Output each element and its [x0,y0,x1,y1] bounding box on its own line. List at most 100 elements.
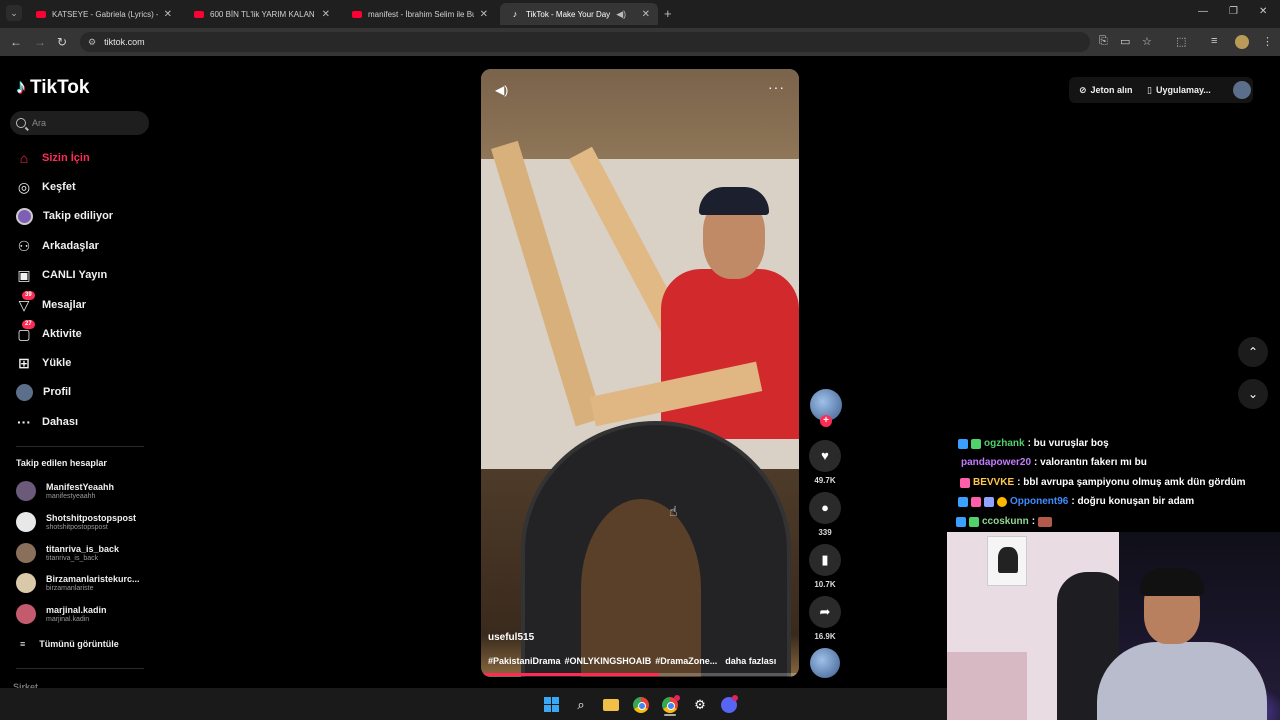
url-field[interactable]: ⚙ tiktok.com [80,32,1090,52]
search-input[interactable]: Ara [10,111,149,135]
video-player[interactable]: ◀) ··· useful515 #PakistaniDrama #ONLYKI… [481,69,799,677]
settings-gear-icon[interactable]: ⚙ [691,696,709,714]
close-window-icon[interactable]: ✕ [1259,6,1267,17]
youtube-icon [194,10,204,18]
more-options-icon[interactable]: ··· [768,79,785,95]
video-author[interactable]: useful515 [488,632,534,643]
nav-more[interactable]: ··· Dahası [16,412,78,432]
more-icon: ··· [17,414,31,430]
translate-icon[interactable]: ⎘ [1099,35,1108,48]
like-count: 49.7K [814,476,836,485]
account-avatar [16,481,36,501]
followed-account[interactable]: marjinal.kadin marjinal.kadin [16,601,107,627]
previous-video-button[interactable]: ⌃ [1238,337,1268,367]
browser-tab[interactable]: KATSEYE - Gabriela (Lyrics) - Yo ✕ [26,3,180,25]
close-tab-icon[interactable]: ✕ [642,9,650,20]
chat-badge-icon [969,516,979,527]
sound-icon[interactable]: ◀) [495,83,508,97]
account-avatar [16,512,36,532]
tiktok-logo[interactable]: ♪ TikTok [16,76,89,99]
extensions-icon[interactable]: ⬚ [1176,35,1186,48]
bookmark-icon: ▮ [809,544,841,576]
followed-account[interactable]: ManifestYeaahh manifestyeaahh [16,478,114,504]
chat-message: Opponent96 : doğru konuşan bir adam [958,496,1194,507]
webcam-frame [947,652,1027,720]
back-icon[interactable]: ← [10,35,22,49]
sound-disc-avatar[interactable] [810,648,840,678]
followed-account[interactable]: Birzamanlaristekurc... birzamanlariste [16,570,140,596]
tab-search-button[interactable]: ⌄ [6,5,22,21]
video-progress-bar[interactable] [481,673,799,676]
chat-message: ogzhank : bu vuruşlar boş [958,438,1109,449]
followed-account[interactable]: Shotshitpostopspost shotshitpostopspost [16,509,136,535]
browser-tab-active[interactable]: ♪ TikTok - Make Your Day ◀) ✕ [500,3,658,25]
active-app-indicator [664,714,676,716]
get-app-button[interactable]: ▯ Uygulamay... [1147,79,1211,101]
webcam-frame [987,536,1027,586]
file-explorer-icon[interactable] [603,699,619,711]
heart-icon: ♥ [809,440,841,472]
media-controls-icon[interactable]: ≡ [1211,35,1217,47]
tiktok-icon: ♪ [512,9,518,19]
minimize-icon[interactable]: — [1198,6,1208,17]
nav-profile[interactable]: Profil [16,382,71,402]
tab-audio-icon[interactable]: ◀) [616,9,626,20]
hashtag[interactable]: #ONLYKINGSHOAIB [565,656,652,666]
browser-tab[interactable]: 600 BİN TL'lik YARIM KALAN İŞİ ✕ [184,3,338,25]
chat-message: BEVVKE : bbl avrupa şampiyonu olmuş amk … [960,477,1245,488]
taskbar-search-icon[interactable]: ⌕ [572,696,590,714]
see-all-button[interactable]: ≡ Tümünü görüntüle [20,639,119,649]
chrome-icon[interactable] [633,697,649,713]
nav-explore[interactable]: ◎ Keşfet [16,177,76,197]
like-button[interactable]: ♥ 49.7K [809,440,841,485]
windows-taskbar [0,688,947,720]
forward-icon[interactable]: → [34,35,46,49]
follow-plus-icon[interactable]: + [820,415,832,427]
close-tab-icon[interactable]: ✕ [480,9,488,20]
close-tab-icon[interactable]: ✕ [164,9,172,20]
divider [16,446,144,447]
following-avatar-icon [16,207,33,225]
bookmark-star-icon[interactable]: ☆ [1142,35,1152,48]
nav-upload[interactable]: ⊞ Yükle [16,353,71,373]
hashtag[interactable]: #DramaZone... [655,656,717,666]
cast-icon[interactable]: ▭ [1120,35,1130,48]
reload-icon[interactable]: ↻ [57,35,67,49]
user-avatar[interactable] [1233,81,1251,99]
browser-menu-icon[interactable]: ⋮ [1262,35,1273,48]
get-coins-button[interactable]: ⊘ Jeton alın [1079,79,1133,101]
caption-more-button[interactable]: daha fazlası [725,656,776,666]
account-avatar [16,543,36,563]
video-progress-fill [481,673,660,676]
restore-icon[interactable]: ❐ [1229,6,1238,17]
comment-count: 339 [818,528,832,537]
chat-message: ccoskunn : [956,516,1053,527]
save-button[interactable]: ▮ 10.7K [809,544,841,589]
browser-profile-avatar[interactable] [1235,35,1249,49]
followed-account[interactable]: titanriva_is_back titanriva_is_back [16,540,119,566]
nav-for-you[interactable]: ⌂ Sizin İçin [16,148,90,168]
nav-messages[interactable]: ▽ 39 Mesajlar [16,291,86,315]
chat-message: pandapower20 : valorantın fakerı mı bu [961,457,1147,468]
webcam-frame [1140,568,1204,596]
mouse-cursor-icon: ☝ [669,503,678,519]
hashtag[interactable]: #PakistaniDrama [488,656,561,666]
windows-start-icon[interactable] [544,697,559,712]
nav-live[interactable]: ▣ CANLI Yayın [16,265,107,285]
share-count: 16.9K [814,632,836,641]
address-bar-row: ← → ↻ ⚙ tiktok.com ⎘ ▭ ☆ ⬚ ≡ ⋮ [0,28,1280,56]
youtube-icon [352,10,362,18]
browser-tab[interactable]: manifest - İbrahim Selim ile Bu ✕ [342,3,496,25]
emote-icon [1038,516,1053,527]
nav-friends[interactable]: ⚇ Arkadaşlar [16,236,99,256]
nav-following[interactable]: Takip ediliyor [16,206,113,226]
compass-icon: ◎ [17,179,31,195]
new-tab-button[interactable]: + [664,6,672,21]
comment-button[interactable]: ● 339 [809,492,841,537]
site-info-icon[interactable]: ⚙ [88,37,96,48]
close-tab-icon[interactable]: ✕ [322,9,330,20]
nav-activity[interactable]: ▢ 27 Aktivite [16,320,82,344]
next-video-button[interactable]: ⌄ [1238,379,1268,409]
account-avatar [16,604,36,624]
share-button[interactable]: ➦ 16.9K [809,596,841,641]
